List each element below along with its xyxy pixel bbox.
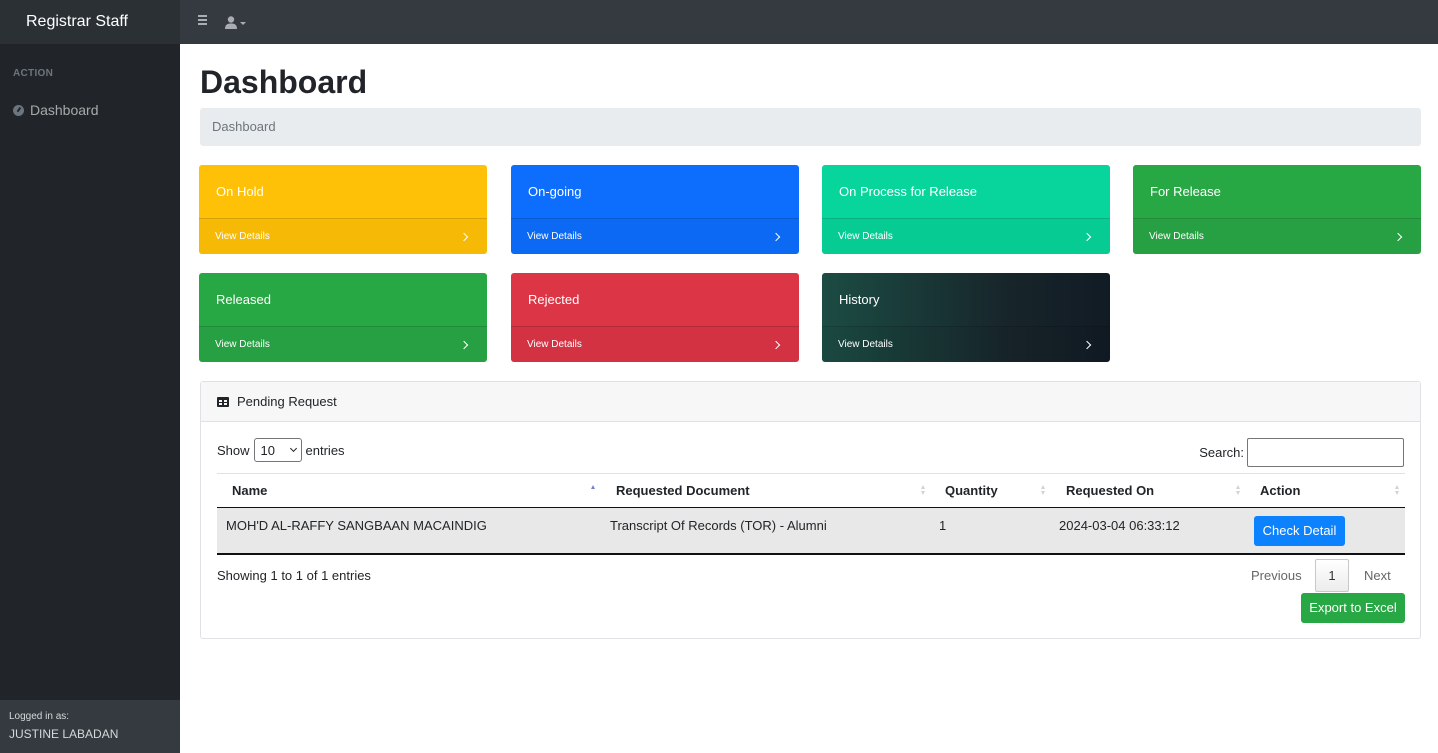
breadcrumb: Dashboard	[200, 108, 1421, 146]
sort-asc-icon	[591, 485, 596, 497]
show-label: Show	[217, 442, 250, 458]
card-title: Released	[216, 292, 271, 307]
user-menu-toggle[interactable]	[225, 13, 246, 31]
table-search: Search:	[1199, 438, 1404, 467]
cell-requested-document: Transcript Of Records (TOR) - Alumni	[610, 518, 827, 533]
user-icon	[225, 15, 237, 29]
sidebar: ACTION Dashboard Logged in as: JUSTINE L…	[0, 44, 180, 753]
search-label: Search:	[1199, 445, 1244, 460]
sort-icon	[921, 485, 926, 497]
app-brand[interactable]: Registrar Staff	[0, 0, 180, 44]
view-details-link[interactable]: View Details	[822, 218, 1110, 254]
column-header-action[interactable]: Action	[1260, 474, 1300, 508]
table-header: Name Requested Document Quantity Request…	[217, 473, 1405, 508]
column-header-quantity[interactable]: Quantity	[945, 474, 998, 508]
view-details-label: View Details	[838, 339, 893, 350]
entries-select-value: 10	[260, 442, 275, 458]
view-details-link[interactable]: View Details	[511, 326, 799, 362]
chevron-down-icon	[289, 444, 297, 453]
status-card-released: Released View Details	[199, 273, 487, 362]
panel-header: Pending Request	[201, 382, 1420, 422]
entries-length-control: Show 10 entries	[217, 438, 345, 462]
table-info: Showing 1 to 1 of 1 entries	[217, 568, 371, 583]
check-detail-button[interactable]: Check Detail	[1254, 516, 1345, 546]
column-header-requested-on[interactable]: Requested On	[1066, 474, 1154, 508]
dashboard-icon	[13, 104, 24, 116]
pending-request-panel: Pending Request Show 10 entries Search: …	[200, 381, 1421, 639]
view-details-link[interactable]: View Details	[199, 326, 487, 362]
sidebar-item-dashboard[interactable]: Dashboard	[13, 102, 99, 118]
column-header-name[interactable]: Name	[232, 474, 267, 508]
chevron-down-icon	[240, 21, 246, 25]
chevron-right-icon	[1393, 232, 1403, 241]
top-navbar: Registrar Staff	[0, 0, 1438, 44]
card-title: On Hold	[216, 184, 264, 199]
view-details-link[interactable]: View Details	[822, 326, 1110, 362]
pagination-previous[interactable]: Previous	[1251, 559, 1302, 593]
view-details-label: View Details	[527, 339, 582, 350]
view-details-link[interactable]: View Details	[199, 218, 487, 254]
entries-label: entries	[305, 442, 345, 458]
status-card-on-process-for-release: On Process for Release View Details	[822, 165, 1110, 254]
cell-requested-on: 2024-03-04 06:33:12	[1059, 518, 1180, 533]
view-details-label: View Details	[215, 231, 270, 242]
cell-quantity: 1	[939, 518, 947, 533]
status-card-on-hold: On Hold View Details	[199, 165, 487, 254]
pagination-next[interactable]: Next	[1364, 559, 1391, 593]
chevron-right-icon	[459, 232, 469, 241]
panel-title: Pending Request	[237, 394, 337, 409]
logged-in-user: JUSTINE LABADAN	[9, 727, 119, 741]
entries-select[interactable]: 10	[253, 438, 302, 462]
view-details-link[interactable]: View Details	[1133, 218, 1421, 254]
card-title: History	[839, 292, 880, 307]
export-to-excel-button[interactable]: Export to Excel	[1301, 593, 1405, 623]
sort-icon	[1395, 485, 1400, 497]
chevron-right-icon	[771, 232, 781, 241]
chevron-right-icon	[1082, 232, 1092, 241]
sidebar-item-label: Dashboard	[30, 102, 99, 118]
sort-icon	[1236, 485, 1241, 497]
status-card-on-going: On-going View Details	[511, 165, 799, 254]
table-icon	[217, 396, 229, 407]
cell-name: MOH'D AL-RAFFY SANGBAAN MACAINDIG	[226, 518, 487, 533]
search-input[interactable]	[1247, 438, 1404, 467]
view-details-label: View Details	[838, 231, 893, 242]
card-title: On Process for Release	[839, 184, 978, 199]
view-details-link[interactable]: View Details	[511, 218, 799, 254]
column-header-requested-document[interactable]: Requested Document	[616, 474, 750, 508]
sidebar-footer: Logged in as: JUSTINE LABADAN	[0, 700, 180, 753]
view-details-label: View Details	[1149, 231, 1204, 242]
card-title: For Release	[1150, 184, 1221, 199]
hamburger-icon[interactable]	[198, 13, 210, 29]
status-card-for-release: For Release View Details	[1133, 165, 1421, 254]
chevron-right-icon	[459, 340, 469, 349]
pagination-page-1[interactable]: 1	[1315, 559, 1349, 592]
card-title: On-going	[528, 184, 582, 199]
table-row: MOH'D AL-RAFFY SANGBAAN MACAINDIG Transc…	[217, 508, 1405, 555]
view-details-label: View Details	[215, 339, 270, 350]
logged-in-label: Logged in as:	[9, 711, 70, 722]
status-card-history: History View Details	[822, 273, 1110, 362]
chevron-right-icon	[771, 340, 781, 349]
card-title: Rejected	[528, 292, 580, 307]
chevron-right-icon	[1082, 340, 1092, 349]
page-title: Dashboard	[200, 64, 368, 100]
sort-icon	[1041, 485, 1046, 497]
view-details-label: View Details	[527, 231, 582, 242]
status-card-rejected: Rejected View Details	[511, 273, 799, 362]
sidebar-heading: ACTION	[13, 68, 54, 79]
